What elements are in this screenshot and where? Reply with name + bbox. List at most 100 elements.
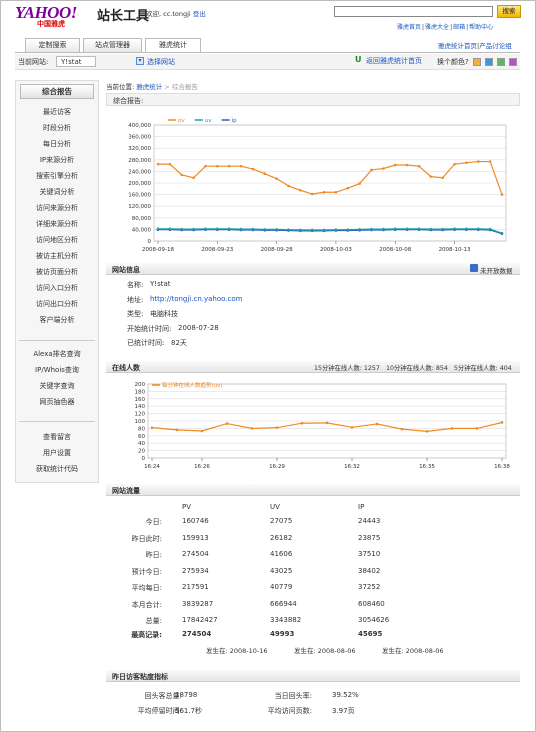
metric-value: 39.52% xyxy=(332,691,359,699)
site-info-label: 地址: xyxy=(127,295,144,304)
online-title: 在线人数 xyxy=(112,364,140,372)
y-tick-label: 60 xyxy=(138,434,145,440)
y-tick-label: 240,000 xyxy=(128,169,151,175)
help-link[interactable]: 帮助中心 xyxy=(469,24,493,31)
logo-cn-text: 中国雅虎 xyxy=(37,20,65,28)
legend-label: pv xyxy=(178,118,185,124)
sidebar-item[interactable]: 被访页面分析 xyxy=(15,266,99,278)
tab-yahoo-stats[interactable]: 雅虎统计 xyxy=(145,38,201,53)
sidebar-item[interactable]: 网页抽色器 xyxy=(15,396,99,408)
traffic-row-label: 总量: xyxy=(145,617,162,625)
traffic-cell: 41606 xyxy=(270,550,293,558)
y-tick-label: 360,000 xyxy=(128,135,151,141)
data-point xyxy=(500,421,504,424)
trend-chart: 0 40,000 80,000 120,000 160,000 200,000 240,00… xyxy=(106,115,520,252)
logout-link[interactable]: 登出 xyxy=(193,10,206,18)
skin-swatch-2[interactable] xyxy=(485,58,493,66)
return-home-link[interactable]: 返回雅虎统计首页 xyxy=(366,56,422,66)
metric-label: 平均停留时间: xyxy=(137,707,182,715)
data-point xyxy=(476,160,480,163)
search-button[interactable]: 搜索 xyxy=(497,5,521,18)
sidebar-item[interactable]: 时段分析 xyxy=(15,122,99,134)
skin-swatch-1[interactable] xyxy=(473,58,481,66)
data-point xyxy=(250,427,254,430)
traffic-cell: 37252 xyxy=(358,583,381,591)
breadcrumb-link[interactable]: 雅虎统计 xyxy=(136,83,162,91)
data-point xyxy=(393,163,397,167)
sidebar-item[interactable]: 搜索引擎分析 xyxy=(15,170,99,182)
select-site-link[interactable]: 选择网站 xyxy=(147,57,175,67)
sidebar-item[interactable]: 关键字查询 xyxy=(15,380,99,392)
yesterday-bar: 昨日访客粘度指标 xyxy=(106,670,520,682)
report-panel-header: 综合报告: xyxy=(106,93,520,106)
unpublished-label[interactable]: 未开放数据 xyxy=(480,265,513,275)
sidebar-item[interactable]: 获取统计代码 xyxy=(15,463,99,475)
data-point xyxy=(325,421,329,425)
stats-home-link[interactable]: 雅虎统计首页 xyxy=(438,42,477,50)
data-point xyxy=(275,426,279,429)
sidebar-item[interactable]: 客户端分析 xyxy=(15,314,99,326)
data-point xyxy=(251,227,255,231)
online-bar: 在线人数 15分钟在线人数: 1257 10分钟在线人数: 854 5分钟在线人… xyxy=(106,361,520,373)
sidebar-item[interactable]: 访问来源分析 xyxy=(15,202,99,214)
current-site-field[interactable]: Y!stat xyxy=(56,56,96,67)
tab-custom-search[interactable]: 定制搜索 xyxy=(25,38,80,52)
sidebar-item[interactable]: 用户设置 xyxy=(15,447,99,459)
y-tick-label: 80 xyxy=(138,426,145,432)
x-tick-label: 2008-10-03 xyxy=(320,247,352,252)
site-info-label: 开始统计时间: xyxy=(127,324,172,333)
sidebar-item[interactable]: 最近访客 xyxy=(15,106,99,118)
yahoo-directory-link[interactable]: 雅虎大全 xyxy=(425,24,449,31)
skin-swatch-3[interactable] xyxy=(497,58,505,66)
tab-site-manager[interactable]: 站点管理器 xyxy=(83,38,142,52)
y-tick-label: 0 xyxy=(142,456,146,462)
data-point xyxy=(180,227,184,231)
data-point xyxy=(417,164,421,168)
online-chart: 020 4060 80100120 140160 180200 16:24 16:26 16:… xyxy=(106,374,520,474)
site-info-value: 82天 xyxy=(171,339,187,347)
sidebar-item[interactable]: 被访主机分析 xyxy=(15,250,99,262)
discussion-link[interactable]: 产品讨论组 xyxy=(479,42,512,50)
site-info-value[interactable]: http://tongji.cn.yahoo.com xyxy=(150,295,242,303)
yahoo-home-link[interactable]: 雅虎首页 xyxy=(397,24,421,31)
traffic-cell: 17842427 xyxy=(182,616,218,624)
data-point xyxy=(216,164,219,168)
x-tick-label: 2008-09-23 xyxy=(201,247,233,252)
data-point xyxy=(476,227,480,231)
sidebar-item[interactable]: IP来源分析 xyxy=(15,154,99,166)
sidebar-item[interactable]: 查看留言 xyxy=(15,431,99,443)
data-point xyxy=(192,176,195,180)
sidebar-item[interactable]: 访问地区分析 xyxy=(15,234,99,246)
sidebar-item[interactable]: 关键词分析 xyxy=(15,186,99,198)
search-input[interactable] xyxy=(334,6,493,17)
skin-swatch-4[interactable] xyxy=(509,58,517,66)
x-tick-label: 16:24 xyxy=(144,464,160,470)
yahoo-logo[interactable]: YAHOO! 中国雅虎 xyxy=(15,4,95,28)
max-record-date: 发生在: 2008-08-06 xyxy=(294,647,356,655)
breadcrumb-prefix: 当前位置: xyxy=(106,83,135,91)
sidebar-item[interactable]: 每日分析 xyxy=(15,138,99,150)
data-point xyxy=(263,172,267,176)
metric-label: 回头客总量: xyxy=(144,692,182,700)
sidebar-item[interactable]: Alexa排名查询 xyxy=(15,348,99,360)
traffic-cell: 26182 xyxy=(270,533,293,542)
data-point xyxy=(287,228,290,231)
data-point xyxy=(175,428,179,432)
traffic-cell: 24443 xyxy=(358,517,381,525)
metric-value: 3.97页 xyxy=(332,707,355,715)
mail-link[interactable]: 邮箱 xyxy=(453,24,465,31)
sidebar-item[interactable]: 访问出口分析 xyxy=(15,298,99,310)
online-stats: 15分钟在线人数: 1257 10分钟在线人数: 854 5分钟在线人数: 40… xyxy=(314,365,512,372)
sidebar-item[interactable]: 访问入口分析 xyxy=(15,282,99,294)
sidebar-item[interactable]: 详细来源分析 xyxy=(15,218,99,230)
y-tick-label: 320,000 xyxy=(128,146,151,152)
traffic-cell: 27075 xyxy=(270,517,293,525)
sidebar-item[interactable]: IP/Whois查询 xyxy=(15,364,99,376)
max-record-label: 最高记录: xyxy=(131,631,162,639)
sidebar-title[interactable]: 综合报告 xyxy=(20,84,94,99)
max-record-value: 45695 xyxy=(358,630,383,638)
return-icon: U xyxy=(355,55,362,64)
select-site-icon[interactable]: ▾ xyxy=(136,57,144,65)
yesterday-title: 昨日访客粘度指标 xyxy=(112,673,168,681)
site-info-label: 已统计时间: xyxy=(127,339,165,347)
